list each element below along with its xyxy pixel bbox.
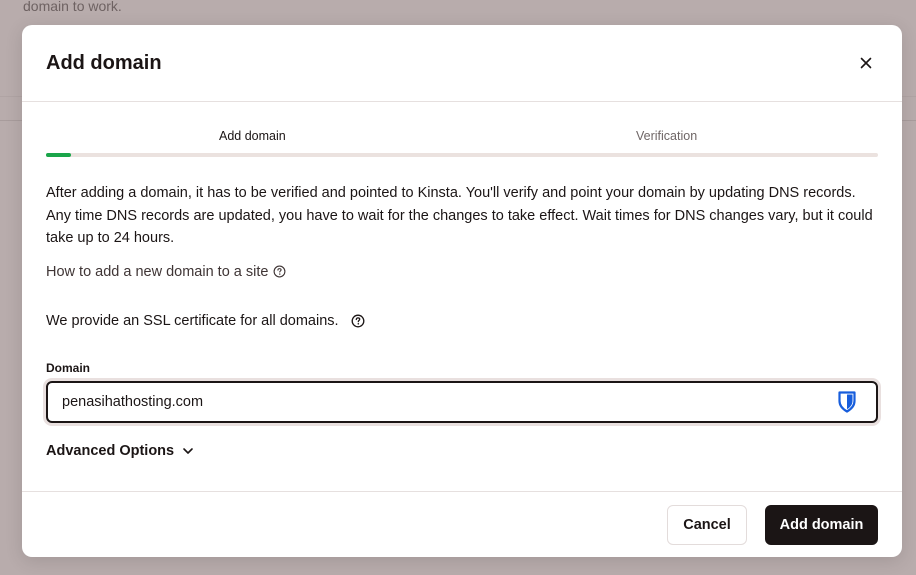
backdrop-text: domain to work. — [23, 0, 122, 14]
advanced-options-toggle[interactable]: Advanced Options — [46, 443, 194, 459]
password-manager-icon[interactable] — [838, 390, 856, 413]
chevron-down-icon — [183, 447, 193, 454]
modal-body: Add domain Verification After adding a d… — [22, 102, 902, 460]
help-link[interactable]: How to add a new domain to a site — [46, 264, 286, 280]
add-domain-modal: Add domain Add domain Verification After… — [22, 25, 902, 557]
advanced-options-label: Advanced Options — [46, 442, 175, 459]
cancel-button[interactable]: Cancel — [667, 504, 747, 545]
help-link-label: How to add a new domain to a site — [46, 263, 269, 280]
ssl-info: We provide an SSL certificate for all do… — [46, 313, 878, 329]
domain-input[interactable] — [48, 382, 838, 421]
step-verification: Verification — [636, 129, 698, 143]
close-icon — [860, 57, 872, 69]
question-icon[interactable] — [351, 314, 365, 328]
domain-input-wrapper — [46, 380, 878, 423]
add-domain-button[interactable]: Add domain — [765, 504, 878, 545]
step-add-domain: Add domain — [219, 129, 286, 143]
question-icon — [274, 265, 286, 278]
description-text: After adding a domain, it has to be veri… — [46, 185, 873, 246]
modal-title: Add domain — [46, 51, 162, 74]
progress-track — [46, 153, 878, 157]
modal-header: Add domain — [22, 25, 902, 102]
close-button[interactable] — [854, 51, 878, 75]
ssl-text: We provide an SSL certificate for all do… — [46, 312, 339, 329]
modal-footer: Cancel Add domain — [22, 491, 902, 557]
stepper: Add domain Verification — [46, 102, 878, 182]
progress-fill — [46, 153, 71, 157]
domain-label: Domain — [46, 360, 91, 375]
shield-icon — [838, 390, 856, 413]
